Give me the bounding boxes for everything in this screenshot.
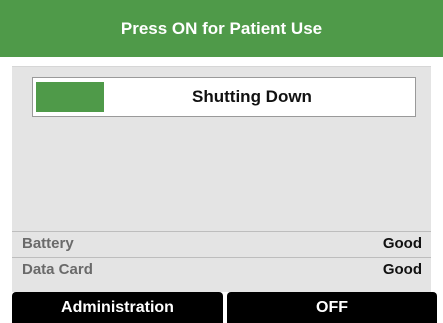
administration-button[interactable]: Administration xyxy=(12,292,223,323)
battery-value: Good xyxy=(382,235,422,252)
softkey-bar: Administration OFF xyxy=(12,292,437,323)
header-title: Press ON for Patient Use xyxy=(120,18,323,38)
status-box: Shutting Down xyxy=(32,77,416,117)
off-button-label: OFF xyxy=(316,298,348,316)
administration-button-label: Administration xyxy=(61,298,174,316)
device-screen: Press ON for Patient Use Shutting Down B… xyxy=(0,0,443,323)
main-display: Shutting Down Battery Good Data Card Goo… xyxy=(12,66,431,293)
header-bar: Press ON for Patient Use xyxy=(0,0,443,57)
data-card-value: Good xyxy=(382,261,422,278)
battery-label: Battery xyxy=(22,235,74,252)
data-card-label: Data Card xyxy=(22,261,93,278)
status-label: Shutting Down xyxy=(192,87,312,106)
data-card-row: Data Card Good xyxy=(12,257,431,281)
battery-row: Battery Good xyxy=(12,231,431,255)
off-button[interactable]: OFF xyxy=(227,292,437,323)
